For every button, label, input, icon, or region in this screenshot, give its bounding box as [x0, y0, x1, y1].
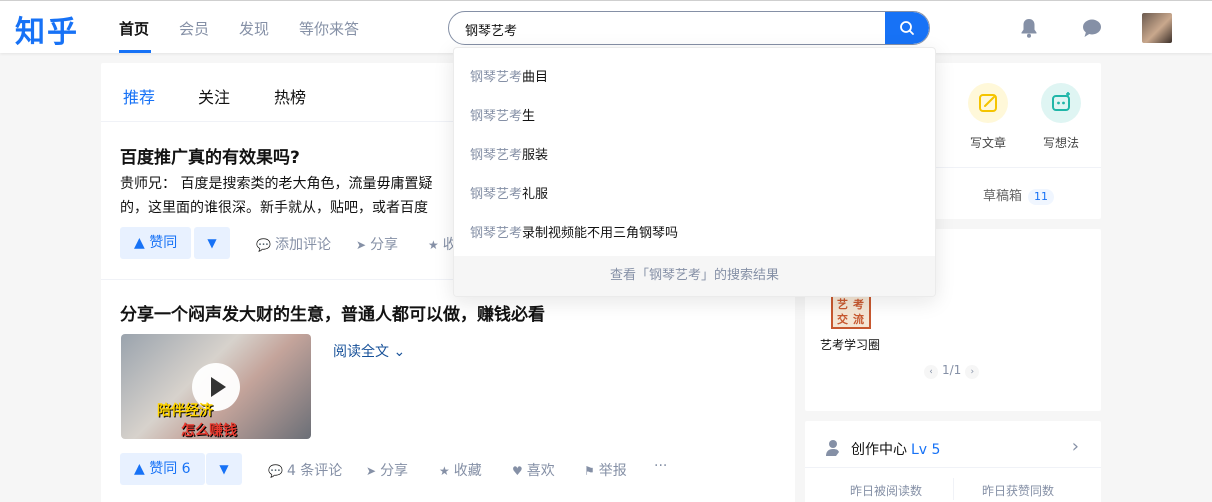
- comment-icon: 💬: [268, 464, 283, 478]
- share-button[interactable]: ➤ 分享: [356, 234, 398, 254]
- nav-membership[interactable]: 会员: [179, 18, 209, 39]
- chevron-left-icon[interactable]: ‹: [924, 365, 938, 379]
- share-button[interactable]: ➤ 分享: [366, 460, 408, 480]
- feed-item-title[interactable]: 分享一个闷声发大财的生意，普通人都可以做，赚钱必看: [120, 300, 545, 325]
- search-button[interactable]: [885, 12, 929, 44]
- read-full-text-link[interactable]: 阅读全文 ⌄: [333, 341, 405, 361]
- write-article-label[interactable]: 写文章: [970, 134, 1006, 151]
- feed-item-excerpt[interactable]: 的，这里面的谁很深。新手就从，贴吧，或者百度: [120, 196, 480, 220]
- triangle-up-icon: ▲: [134, 235, 150, 251]
- suggestion-item[interactable]: 钢琴艺考服装: [470, 144, 548, 163]
- chevron-right-icon[interactable]: ›: [965, 365, 980, 379]
- report-button[interactable]: ⚑ 举报: [584, 460, 627, 480]
- upvote-button[interactable]: ▲ 赞同: [120, 227, 192, 259]
- video-caption: 怎么赚钱: [181, 423, 237, 439]
- view-search-results-link[interactable]: 查看「钢琴艺考」的搜索结果: [454, 256, 935, 296]
- circle-image[interactable]: 艺 考 交 流: [831, 293, 871, 329]
- edit-icon: [979, 94, 997, 112]
- write-article-button[interactable]: [968, 83, 1008, 123]
- idea-icon: [1052, 92, 1070, 111]
- flag-icon: ⚑: [584, 464, 595, 478]
- star-icon: ★: [428, 238, 439, 252]
- bell-icon[interactable]: [1019, 17, 1039, 39]
- messages-icon[interactable]: [1081, 17, 1103, 39]
- tab-recommend[interactable]: 推荐: [123, 84, 155, 108]
- stat-divider: [953, 478, 954, 500]
- heart-icon: ♥: [512, 464, 523, 478]
- suggestion-item[interactable]: 钢琴艺考礼服: [470, 183, 548, 202]
- top-header: 知乎 首页 会员 发现 等你来答 钢琴艺考: [0, 0, 1212, 53]
- feed-item-title[interactable]: 百度推广真的有效果吗?: [120, 143, 300, 168]
- suggestion-item[interactable]: 钢琴艺考曲目: [470, 66, 548, 85]
- triangle-down-icon: ▼: [219, 462, 229, 476]
- circle-pager: ‹ 1/1 ›: [920, 363, 983, 379]
- tab-hot[interactable]: 热榜: [274, 84, 306, 108]
- creator-icon: [826, 440, 839, 456]
- stat-reads-label: 昨日被阅读数: [850, 484, 923, 498]
- comment-button[interactable]: 💬 添加评论: [256, 234, 331, 254]
- zhihu-logo[interactable]: 知乎: [15, 7, 79, 51]
- share-icon: ➤: [366, 464, 377, 478]
- more-options-button[interactable]: ···: [654, 458, 667, 474]
- chevron-down-icon: ⌄: [393, 344, 406, 360]
- draft-count-badge: 11: [1028, 189, 1055, 205]
- downvote-button[interactable]: ▼: [194, 227, 230, 259]
- feed-item-excerpt[interactable]: 贵师兄： 百度是搜索类的老大角色，流量毋庸置疑: [120, 172, 480, 196]
- chevron-right-icon[interactable]: ›: [1072, 436, 1079, 457]
- video-thumbnail[interactable]: 陪伴经济 怎么赚钱: [121, 334, 311, 439]
- create-divider: [935, 167, 1101, 168]
- upvote-button[interactable]: ▲ 赞同 6: [120, 453, 205, 485]
- circle-name[interactable]: 艺考学习圈: [820, 336, 880, 353]
- triangle-down-icon: ▼: [207, 236, 217, 250]
- share-icon: ➤: [356, 238, 367, 252]
- creator-level: Lv 5: [911, 442, 941, 458]
- stat-upvotes-label: 昨日获赞同数: [982, 484, 1055, 498]
- favorite-button[interactable]: ★收藏: [439, 460, 482, 480]
- creator-center-card: 创作中心 Lv 5 › 昨日被阅读数 昨日获赞同数: [805, 421, 1101, 502]
- suggestion-item[interactable]: 钢琴艺考录制视频能不用三角钢琴吗: [470, 222, 678, 241]
- search-icon: [900, 21, 914, 35]
- tab-following[interactable]: 关注: [198, 84, 230, 108]
- nav-waiting-answers[interactable]: 等你来答: [299, 18, 359, 39]
- search-suggestions-dropdown: 钢琴艺考曲目 钢琴艺考生 钢琴艺考服装 钢琴艺考礼服 钢琴艺考录制视频能不用三角…: [453, 47, 936, 297]
- nav-active-indicator: [119, 50, 151, 53]
- write-thought-label[interactable]: 写想法: [1043, 134, 1079, 151]
- triangle-up-icon: ▲: [134, 461, 150, 477]
- star-icon: ★: [439, 464, 450, 478]
- drafts-link[interactable]: 草稿箱 11: [983, 185, 1055, 205]
- creator-center-title[interactable]: 创作中心 Lv 5: [851, 439, 940, 459]
- write-thought-button[interactable]: [1041, 83, 1081, 123]
- nav-home[interactable]: 首页: [119, 18, 149, 39]
- downvote-button[interactable]: ▼: [206, 453, 242, 485]
- nav-discover[interactable]: 发现: [239, 18, 269, 39]
- video-caption: 陪伴经济: [157, 403, 213, 419]
- suggestion-item[interactable]: 钢琴艺考生: [470, 105, 535, 124]
- like-button[interactable]: ♥ 喜欢: [512, 460, 555, 480]
- creator-divider: [805, 467, 1101, 468]
- comment-button[interactable]: 💬 4 条评论: [268, 460, 342, 480]
- user-avatar[interactable]: [1142, 13, 1172, 43]
- search-input-value[interactable]: 钢琴艺考: [465, 20, 517, 39]
- comment-icon: 💬: [256, 238, 271, 252]
- search-input[interactable]: 钢琴艺考: [448, 11, 930, 45]
